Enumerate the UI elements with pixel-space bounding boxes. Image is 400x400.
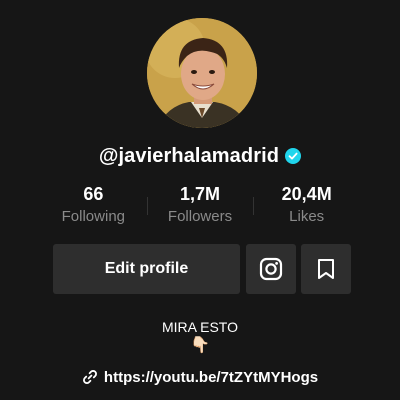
stat-value: 1,7M — [179, 184, 221, 204]
stat-followers[interactable]: 1,7M Followers — [146, 183, 254, 229]
bio-link[interactable]: https://youtu.be/7tZYtMYHogs — [0, 366, 400, 388]
stat-label: Following — [61, 208, 126, 225]
bookmark-icon — [318, 259, 334, 279]
instagram-icon — [259, 257, 283, 281]
username-row: @javierhalamadrid — [0, 141, 400, 171]
stat-label: Likes — [289, 208, 325, 225]
edit-profile-button[interactable]: Edit profile — [53, 244, 240, 294]
bio-text: MIRA ESTO — [162, 319, 238, 335]
link-icon — [82, 370, 97, 384]
instagram-button[interactable] — [246, 244, 296, 294]
bookmark-button[interactable] — [301, 244, 351, 294]
profile-page: @javierhalamadrid 66 Following 1,7M Foll… — [0, 0, 400, 400]
profile-stats: 66 Following 1,7M Followers 20,4M Likes — [40, 183, 360, 229]
username: @javierhalamadrid — [98, 144, 280, 167]
avatar-portrait — [147, 18, 257, 128]
verified-badge-icon — [285, 148, 302, 164]
stat-value: 20,4M — [281, 184, 332, 204]
stat-following[interactable]: 66 Following — [40, 183, 147, 229]
bio-emoji: 👇🏻 — [190, 337, 210, 354]
stat-value: 66 — [83, 184, 104, 204]
stat-label: Followers — [167, 208, 233, 225]
avatar[interactable] — [147, 18, 257, 128]
link-url[interactable]: https://youtu.be/7tZYtMYHogs — [104, 369, 318, 386]
stat-likes[interactable]: 20,4M Likes — [253, 183, 360, 229]
